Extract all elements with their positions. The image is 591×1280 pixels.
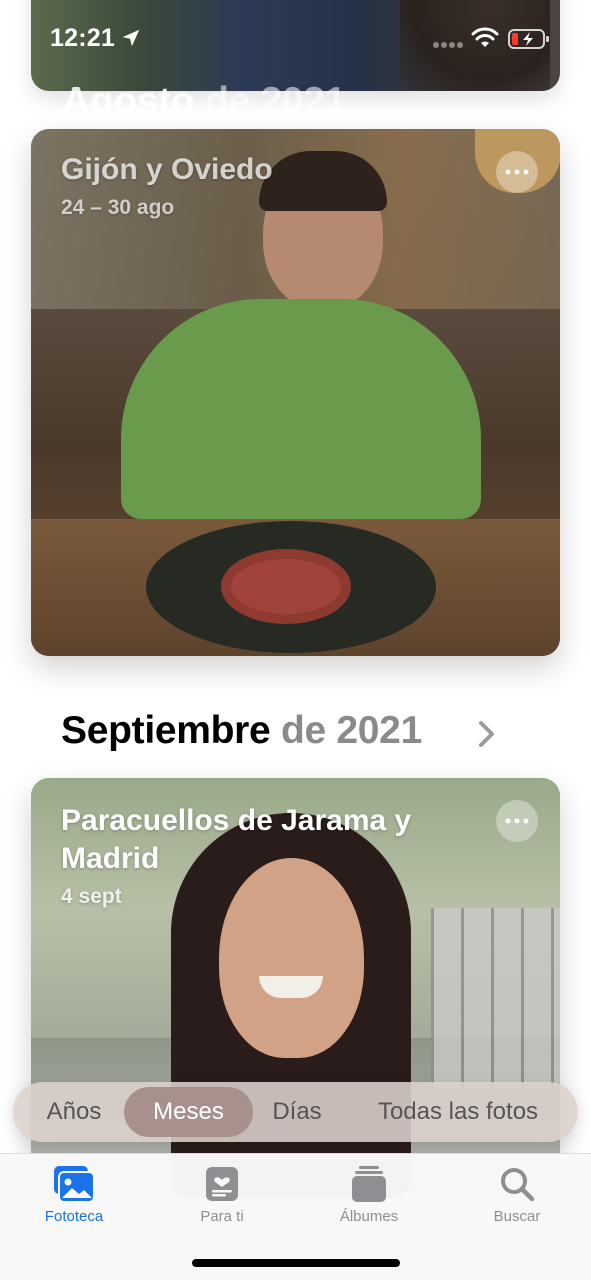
location-arrow-icon	[122, 29, 140, 47]
month-name: Agosto	[62, 80, 195, 123]
photo-library-icon	[54, 1166, 95, 1203]
segment-all-photos[interactable]: Todas las fotos	[353, 1087, 563, 1137]
tab-albums[interactable]: Álbumes	[309, 1164, 429, 1225]
status-bar: 12:21	[0, 0, 591, 80]
more-options-button[interactable]	[496, 800, 538, 842]
event-card-gijon-oviedo[interactable]: Gijón y Oviedo 24 – 30 ago	[31, 129, 560, 656]
home-indicator[interactable]	[192, 1259, 400, 1267]
tab-label: Fototeca	[44, 1208, 104, 1225]
month-heading-august[interactable]: Agosto de 2021	[62, 80, 346, 124]
battery-icon	[508, 29, 549, 49]
segment-days[interactable]: Días	[263, 1087, 331, 1137]
month-year: de 2021	[280, 709, 422, 752]
tab-search[interactable]: Buscar	[457, 1164, 577, 1225]
ellipsis-icon	[505, 169, 529, 175]
more-options-button[interactable]	[496, 151, 538, 193]
search-icon	[501, 1168, 535, 1202]
card-title: Paracuellos de Jarama y Madrid	[61, 804, 412, 875]
month-name: Septiembre	[61, 709, 271, 752]
chevron-right-icon[interactable]	[474, 718, 498, 750]
for-you-icon	[206, 1167, 238, 1201]
card-date: 4 sept	[61, 885, 122, 908]
tab-label: Álbumes	[339, 1208, 399, 1225]
albums-icon	[352, 1166, 386, 1202]
tab-library[interactable]: Fototeca	[14, 1164, 134, 1225]
month-year: de 2021	[205, 80, 347, 123]
tab-label: Buscar	[493, 1208, 541, 1225]
wifi-icon	[471, 27, 499, 47]
view-segmented-control: Años Meses Días Todas las fotos	[13, 1082, 578, 1142]
card-title: Gijón y Oviedo	[61, 153, 273, 186]
tab-label: Para ti	[200, 1208, 244, 1225]
signal-dots-icon	[433, 42, 463, 48]
segment-years[interactable]: Años	[33, 1087, 115, 1137]
ellipsis-icon	[505, 818, 529, 824]
photo-food	[221, 549, 351, 624]
photo-person-shirt	[121, 299, 481, 519]
tab-for-you[interactable]: Para ti	[162, 1164, 282, 1225]
status-time: 12:21	[50, 24, 115, 52]
photo-fence	[431, 908, 560, 1088]
month-heading-september[interactable]: Septiembre de 2021	[61, 709, 422, 753]
card-date: 24 – 30 ago	[61, 196, 175, 219]
segment-months[interactable]: Meses	[124, 1087, 253, 1137]
photo-person-face	[219, 858, 364, 1058]
